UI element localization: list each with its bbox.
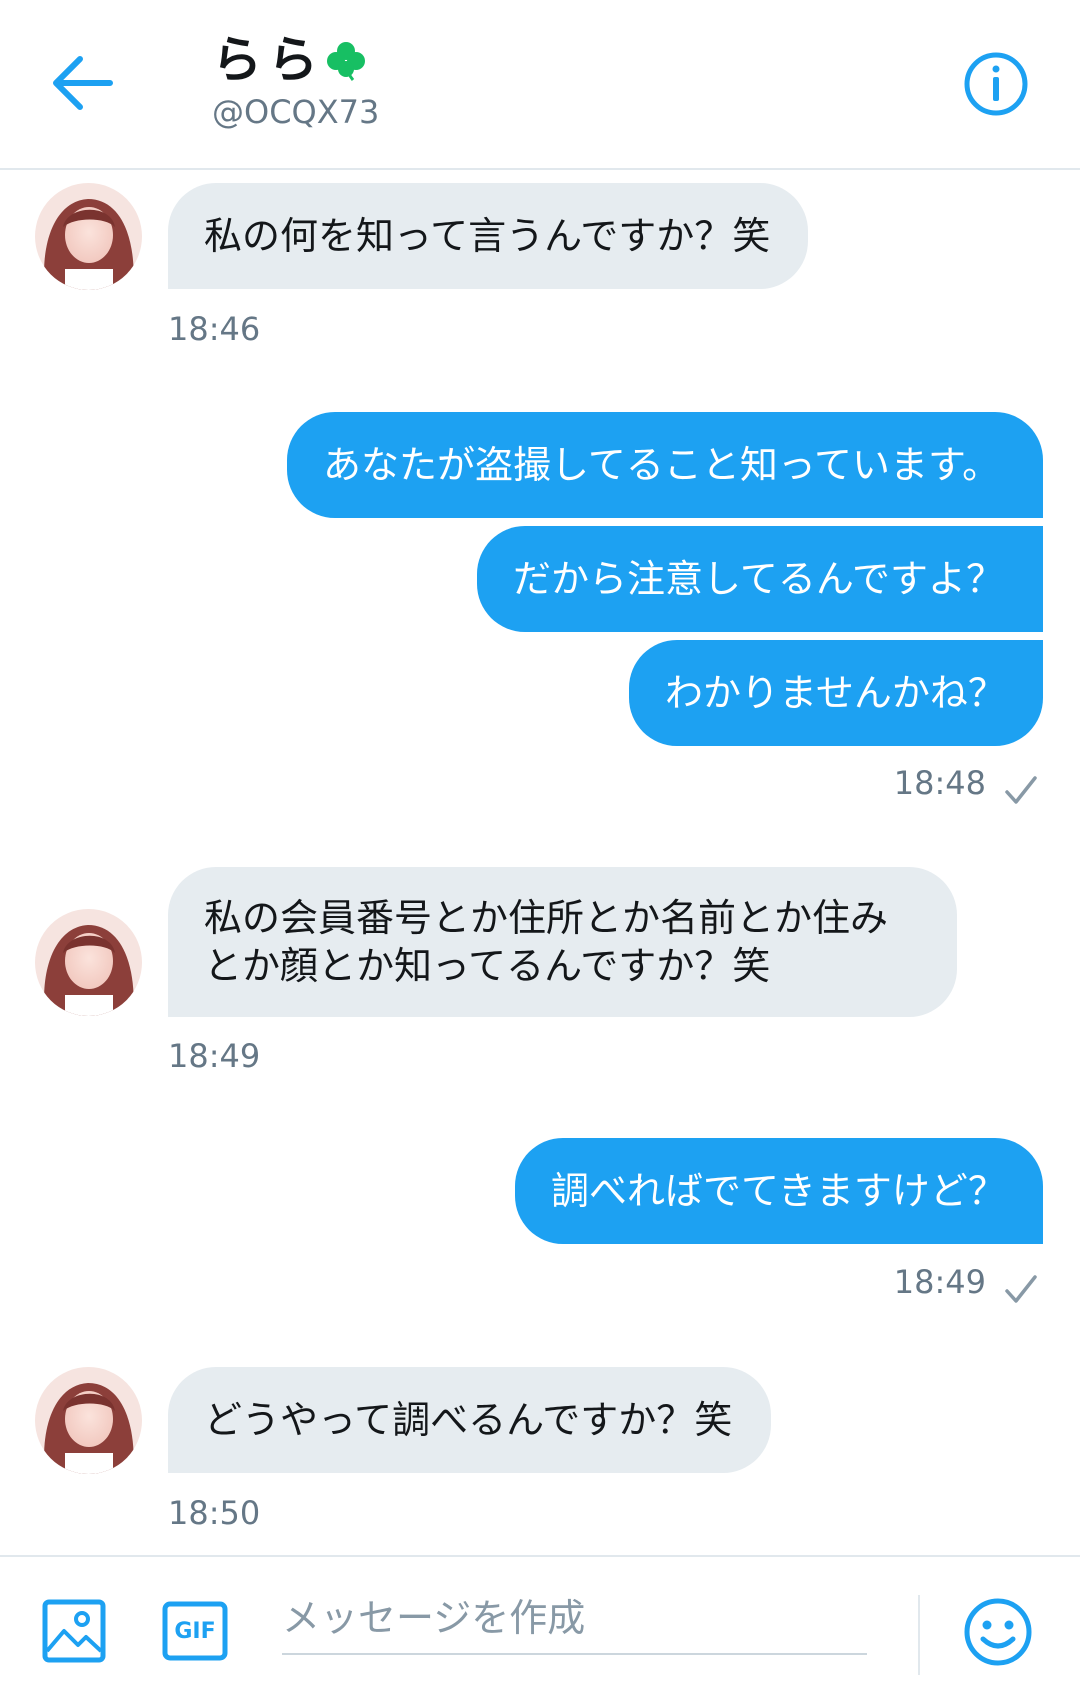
avatar[interactable] <box>35 183 142 290</box>
conversation-header: らら @OCQX73 <box>0 0 1080 170</box>
message-text: どうやって調べるんですか？笑 <box>204 1398 733 1442</box>
image-icon[interactable] <box>42 1599 106 1663</box>
message-timestamp: 18:50 <box>168 1494 261 1532</box>
message-timestamp: 18:49 <box>168 1037 261 1075</box>
gif-label: GIF <box>174 1618 216 1644</box>
composer-divider <box>918 1595 920 1675</box>
contact-handle[interactable]: @OCQX73 <box>212 92 379 132</box>
avatar[interactable] <box>35 1367 142 1474</box>
message-bubble-outgoing[interactable]: わかりませんかね？ <box>629 640 1043 746</box>
message-timestamp: 18:48 <box>893 764 986 802</box>
back-arrow-icon <box>53 56 113 110</box>
message-text: 調べればでてきますけど？ <box>551 1169 1006 1213</box>
message-bubble-incoming[interactable]: 私の会員番号とか住所とか名前とか住み とか顔とか知ってるんですか？笑 <box>168 867 957 1017</box>
message-text: だから注意してるんですよ？ <box>513 557 1004 601</box>
message-bubble-incoming[interactable]: どうやって調べるんですか？笑 <box>168 1367 771 1473</box>
message-input[interactable] <box>282 1583 867 1655</box>
contact-name[interactable]: らら <box>212 30 324 90</box>
message-bubble-outgoing[interactable]: あなたが盗撮してること知っています。 <box>287 412 1043 518</box>
message-bubble-outgoing[interactable]: だから注意してるんですよ？ <box>477 526 1043 632</box>
avatar[interactable] <box>35 909 142 1016</box>
message-text: あなたが盗撮してること知っています。 <box>323 443 1001 487</box>
info-icon[interactable] <box>963 51 1029 117</box>
message-text: 私の何を知って言うんですか？笑 <box>204 214 771 258</box>
check-icon <box>1005 1275 1037 1303</box>
message-text: わかりませんかね？ <box>665 671 1006 715</box>
message-bubble-incoming[interactable]: 私の何を知って言うんですか？笑 <box>168 183 808 289</box>
back-button[interactable] <box>52 55 116 111</box>
message-composer: GIF <box>0 1555 1080 1703</box>
message-timestamp: 18:46 <box>168 310 261 348</box>
message-text-line: とか顔とか知ってるんですか？笑 <box>204 944 771 988</box>
message-bubble-outgoing[interactable]: 調べればでてきますけど？ <box>515 1138 1043 1244</box>
emoji-icon[interactable] <box>963 1597 1033 1667</box>
message-timestamp: 18:49 <box>893 1263 986 1301</box>
gif-button[interactable]: GIF <box>162 1601 228 1661</box>
clover-icon <box>327 42 365 81</box>
message-text-line: 私の会員番号とか住所とか名前とか住み <box>204 896 889 940</box>
check-icon <box>1005 776 1037 804</box>
